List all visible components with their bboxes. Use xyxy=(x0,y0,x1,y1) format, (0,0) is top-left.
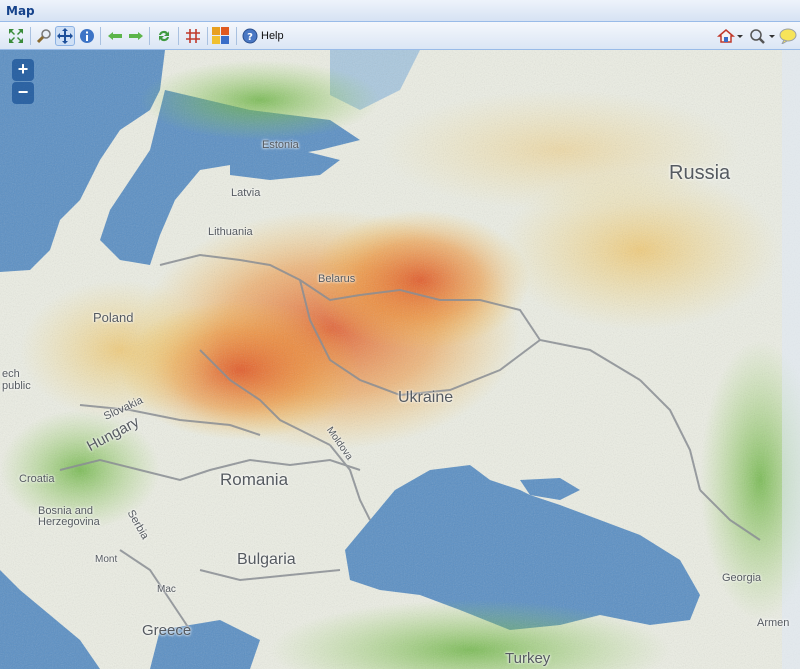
toolbar-separator xyxy=(149,27,150,45)
forward-button[interactable] xyxy=(126,26,146,46)
pan-button[interactable] xyxy=(55,26,75,46)
color-squares-icon xyxy=(212,27,229,44)
label-greece: Greece xyxy=(142,622,192,639)
zoom-in-button[interactable]: + xyxy=(12,59,34,81)
bubble-button[interactable] xyxy=(778,26,798,46)
search-dropdown-button[interactable] xyxy=(748,26,776,46)
toolbar-separator xyxy=(100,27,101,45)
help-label[interactable]: Help xyxy=(261,30,284,42)
label-turkey: Turkey xyxy=(505,650,551,667)
texture-overlay xyxy=(0,50,800,669)
label-belarus: Belarus xyxy=(318,273,356,285)
panel-title: Map xyxy=(6,4,35,18)
toolbar-separator xyxy=(178,27,179,45)
arrow-left-icon xyxy=(108,32,122,40)
panel-header: Map xyxy=(0,0,800,22)
zoom-extent-button[interactable] xyxy=(6,26,26,46)
toolbar-separator xyxy=(236,27,237,45)
back-button[interactable] xyxy=(105,26,125,46)
magnifier-icon xyxy=(36,29,51,44)
label-russia: Russia xyxy=(669,162,731,184)
info-icon xyxy=(80,29,94,43)
label-romania: Romania xyxy=(220,470,289,489)
zoom-out-button[interactable]: − xyxy=(12,82,34,104)
label-macedonia-partial: Mac xyxy=(157,584,176,595)
label-ukraine: Ukraine xyxy=(398,389,454,406)
label-estonia: Estonia xyxy=(262,139,299,151)
refresh-button[interactable] xyxy=(154,26,174,46)
map-right-edge xyxy=(782,50,800,669)
label-bulgaria: Bulgaria xyxy=(237,551,296,568)
map-canvas xyxy=(0,50,800,669)
map-toolbar: ? Help xyxy=(0,22,800,50)
label-bosnia: Bosnia and Herzegovina xyxy=(38,505,100,528)
label-poland: Poland xyxy=(93,310,134,325)
label-latvia: Latvia xyxy=(231,187,261,199)
toolbar-separator xyxy=(207,27,208,45)
label-armenia: Armen xyxy=(757,617,790,629)
grid-icon xyxy=(186,29,200,43)
arrow-right-icon xyxy=(129,32,143,40)
speech-bubble-icon xyxy=(779,28,797,44)
layers-button[interactable] xyxy=(211,26,231,46)
zoom-magnify-button[interactable] xyxy=(34,26,54,46)
label-montenegro: Mont xyxy=(95,554,118,565)
map-view[interactable]: + − Russia Ukraine Romania Bulgaria Hung… xyxy=(0,50,800,669)
refresh-icon xyxy=(159,30,169,42)
home-dropdown-button[interactable] xyxy=(716,26,744,46)
svg-text:?: ? xyxy=(247,32,253,43)
pan-arrows-icon xyxy=(57,28,73,44)
help-button[interactable]: ? xyxy=(240,26,260,46)
label-czech-partial: ech public xyxy=(2,368,31,392)
label-croatia: Croatia xyxy=(19,473,55,485)
info-button[interactable] xyxy=(77,26,97,46)
home-icon xyxy=(717,29,743,43)
label-lithuania: Lithuania xyxy=(208,226,253,238)
zoom-extent-icon xyxy=(9,29,23,43)
grid-button[interactable] xyxy=(183,26,203,46)
toolbar-separator xyxy=(30,27,31,45)
help-icon: ? xyxy=(242,28,258,44)
label-georgia: Georgia xyxy=(722,572,762,584)
search-icon xyxy=(750,29,775,44)
